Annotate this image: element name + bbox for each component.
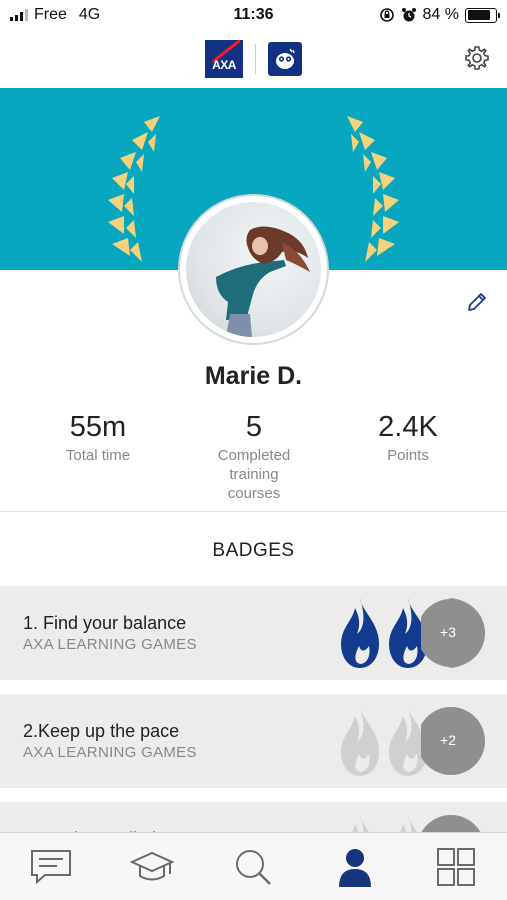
section-divider <box>0 511 507 512</box>
badge-row[interactable]: 1. Find your balance AXA LEARNING GAMES … <box>0 586 507 680</box>
chat-icon <box>30 849 71 884</box>
badges-section-title: BADGES <box>212 540 295 561</box>
logo-divider <box>255 44 256 74</box>
gear-icon <box>465 46 489 70</box>
badge-title: 2.Keep up the pace <box>23 721 180 741</box>
more-badges-count: +2 <box>440 732 456 748</box>
network-label: 4G <box>78 6 101 23</box>
stat-value: 55m <box>69 411 127 443</box>
battery-percent: 84 % <box>422 6 459 23</box>
grid-icon <box>437 847 476 886</box>
stat-value: 2.4K <box>378 411 438 443</box>
tab-courses[interactable] <box>127 842 177 892</box>
badge-subtitle: AXA LEARNING GAMES <box>23 636 197 653</box>
badge-subtitle: AXA LEARNING GAMES <box>23 744 197 761</box>
owl-logo-icon <box>268 42 302 76</box>
tab-more[interactable] <box>431 842 481 892</box>
flame-badge-icon <box>341 598 379 668</box>
more-badges-count: +3 <box>440 624 456 640</box>
axa-logo: AXA <box>205 40 243 78</box>
stat-completed-courses: 5 Completed training courses <box>174 410 334 503</box>
tab-messages[interactable] <box>26 842 76 892</box>
stat-value: 5 <box>245 411 263 443</box>
avatar-photo <box>186 202 321 337</box>
badge-icons: +3 <box>335 596 485 670</box>
battery-icon <box>465 7 500 23</box>
laurel-left-icon <box>108 116 160 262</box>
signal-icon <box>10 9 28 21</box>
stat-label: Points <box>387 447 429 464</box>
tab-profile[interactable] <box>330 842 380 892</box>
stats-row: 55m Total time 5 Completed training cour… <box>0 410 507 502</box>
stat-total-time: 55m Total time <box>18 410 178 465</box>
badge-row[interactable]: 2.Keep up the pace AXA LEARNING GAMES +2 <box>0 694 507 788</box>
app-header: AXA <box>0 30 507 88</box>
status-right: 84 % <box>379 6 500 24</box>
alarm-icon <box>401 8 416 22</box>
avatar[interactable] <box>178 194 329 345</box>
laurel-right-icon <box>347 116 399 262</box>
badge-title: 1. Find your balance <box>23 613 187 633</box>
pencil-icon <box>468 293 486 311</box>
carrier-label: Free <box>34 6 67 23</box>
flame-badge-icon <box>341 706 379 776</box>
badge-icons: +2 <box>335 704 485 778</box>
stat-label: Completed training courses <box>217 447 291 502</box>
stat-label: Total time <box>65 447 131 464</box>
graduation-cap-icon <box>130 851 175 880</box>
user-icon <box>338 848 371 887</box>
stat-points: 2.4K Points <box>328 410 488 465</box>
user-name: Marie D. <box>204 362 303 390</box>
tab-search[interactable] <box>228 842 278 892</box>
rotation-lock-icon <box>379 8 394 22</box>
bottom-tab-bar <box>0 832 507 900</box>
status-left: Free 4G <box>10 6 100 24</box>
edit-profile-button[interactable] <box>465 290 489 314</box>
status-bar: Free 4G 11:36 84 % <box>0 0 507 30</box>
settings-button[interactable] <box>463 44 491 72</box>
axa-logo-text: AXA <box>212 58 236 72</box>
search-icon <box>236 849 272 885</box>
